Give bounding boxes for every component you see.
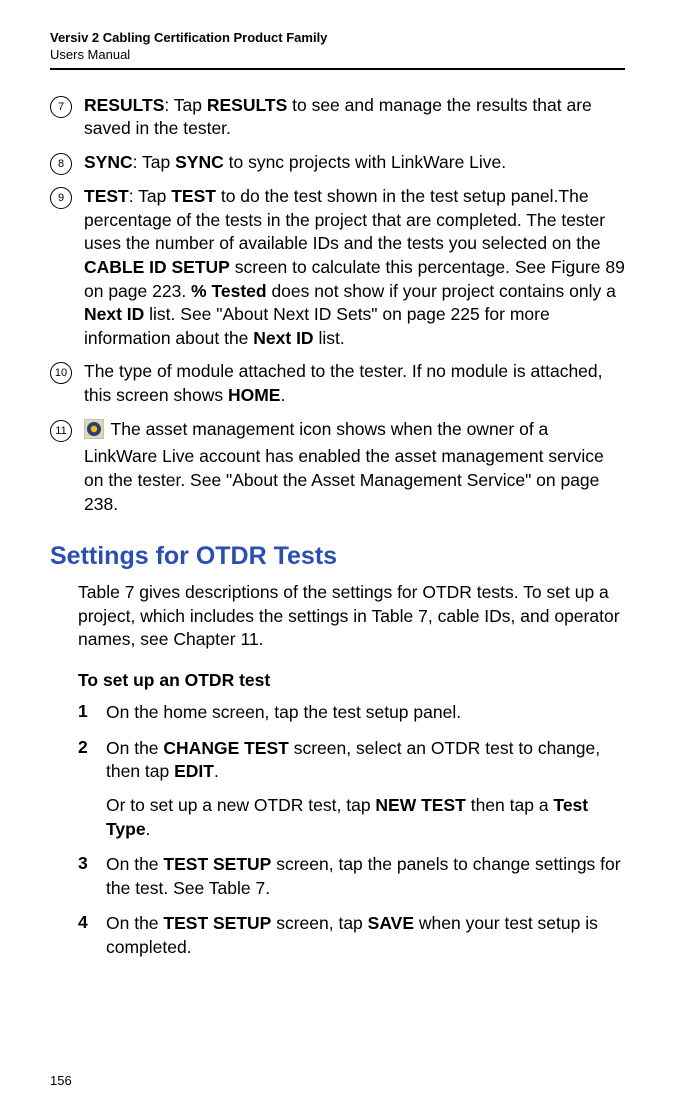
step-number: 3 bbox=[78, 853, 106, 874]
step-text: On the TEST SETUP screen, tap the panels… bbox=[106, 853, 625, 900]
text: : Tap bbox=[129, 186, 172, 206]
text: . bbox=[280, 385, 285, 405]
callout-item-9: 9 TEST: Tap TEST to do the test shown in… bbox=[50, 185, 625, 350]
text: list. bbox=[314, 328, 345, 348]
step-2: 2 On the CHANGE TEST screen, select an O… bbox=[78, 737, 625, 842]
text: : Tap bbox=[133, 152, 176, 172]
text: The type of module attached to the teste… bbox=[84, 361, 603, 405]
text: The asset management icon shows when the… bbox=[84, 419, 604, 514]
callout-item-10: 10 The type of module attached to the te… bbox=[50, 360, 625, 407]
text: . bbox=[146, 819, 151, 839]
asset-management-icon bbox=[84, 419, 104, 446]
text: On the bbox=[106, 738, 163, 758]
step-3: 3 On the TEST SETUP screen, tap the pane… bbox=[78, 853, 625, 900]
text: On the bbox=[106, 854, 163, 874]
page-number: 156 bbox=[50, 1073, 72, 1088]
section-heading: Settings for OTDR Tests bbox=[50, 542, 625, 571]
bold-text: SYNC bbox=[175, 152, 224, 172]
step-text: On the home screen, tap the test setup p… bbox=[106, 701, 625, 725]
step-text: On the TEST SETUP screen, tap SAVE when … bbox=[106, 912, 625, 959]
callout-text: The asset management icon shows when the… bbox=[84, 418, 625, 517]
text: . bbox=[214, 761, 219, 781]
step-number: 4 bbox=[78, 912, 106, 933]
bold-text: NEW TEST bbox=[375, 795, 465, 815]
bold-text: TEST bbox=[171, 186, 216, 206]
callout-number: 10 bbox=[50, 362, 72, 384]
text: then tap a bbox=[466, 795, 554, 815]
bold-text: % Tested bbox=[191, 281, 267, 301]
bold-text: CHANGE TEST bbox=[163, 738, 288, 758]
step-4: 4 On the TEST SETUP screen, tap SAVE whe… bbox=[78, 912, 625, 959]
callout-number: 8 bbox=[50, 153, 72, 175]
callout-item-11: 11 The asset management icon shows when … bbox=[50, 418, 625, 517]
header-subtitle: Users Manual bbox=[50, 47, 625, 64]
text: to sync projects with LinkWare Live. bbox=[224, 152, 506, 172]
callout-item-8: 8 SYNC: Tap SYNC to sync projects with L… bbox=[50, 151, 625, 175]
bold-text: SYNC bbox=[84, 152, 133, 172]
page: Versiv 2 Cabling Certification Product F… bbox=[0, 0, 675, 1106]
bold-text: HOME bbox=[228, 385, 281, 405]
callout-list: 7 RESULTS: Tap RESULTS to see and manage… bbox=[50, 94, 625, 516]
procedure-title: To set up an OTDR test bbox=[78, 670, 625, 691]
callout-text: TEST: Tap TEST to do the test shown in t… bbox=[84, 185, 625, 350]
bold-text: Next ID bbox=[253, 328, 313, 348]
callout-item-7: 7 RESULTS: Tap RESULTS to see and manage… bbox=[50, 94, 625, 141]
bold-text: TEST bbox=[84, 186, 129, 206]
callout-text: SYNC: Tap SYNC to sync projects with Lin… bbox=[84, 151, 625, 175]
text: Or to set up a new OTDR test, tap bbox=[106, 795, 375, 815]
step-text: On the CHANGE TEST screen, select an OTD… bbox=[106, 737, 625, 842]
step-number: 2 bbox=[78, 737, 106, 758]
callout-text: The type of module attached to the teste… bbox=[84, 360, 625, 407]
bold-text: TEST SETUP bbox=[163, 854, 271, 874]
callout-number: 9 bbox=[50, 187, 72, 209]
callout-number: 7 bbox=[50, 96, 72, 118]
text: On the bbox=[106, 913, 163, 933]
bold-text: TEST SETUP bbox=[163, 913, 271, 933]
text: screen, tap bbox=[271, 913, 367, 933]
step-1: 1 On the home screen, tap the test setup… bbox=[78, 701, 625, 725]
callout-text: RESULTS: Tap RESULTS to see and manage t… bbox=[84, 94, 625, 141]
step-subtext: Or to set up a new OTDR test, tap NEW TE… bbox=[106, 794, 625, 841]
header-title: Versiv 2 Cabling Certification Product F… bbox=[50, 30, 625, 47]
text: : Tap bbox=[164, 95, 207, 115]
bold-text: EDIT bbox=[174, 761, 214, 781]
callout-number: 11 bbox=[50, 420, 72, 442]
intro-paragraph: Table 7 gives descriptions of the settin… bbox=[78, 581, 625, 652]
bold-text: RESULTS bbox=[84, 95, 164, 115]
bold-text: CABLE ID SETUP bbox=[84, 257, 230, 277]
bold-text: Next ID bbox=[84, 304, 144, 324]
bold-text: RESULTS bbox=[207, 95, 287, 115]
step-number: 1 bbox=[78, 701, 106, 722]
bold-text: SAVE bbox=[368, 913, 414, 933]
procedure-steps: 1 On the home screen, tap the test setup… bbox=[78, 701, 625, 960]
text: does not show if your project contains o… bbox=[267, 281, 616, 301]
page-header: Versiv 2 Cabling Certification Product F… bbox=[50, 30, 625, 70]
